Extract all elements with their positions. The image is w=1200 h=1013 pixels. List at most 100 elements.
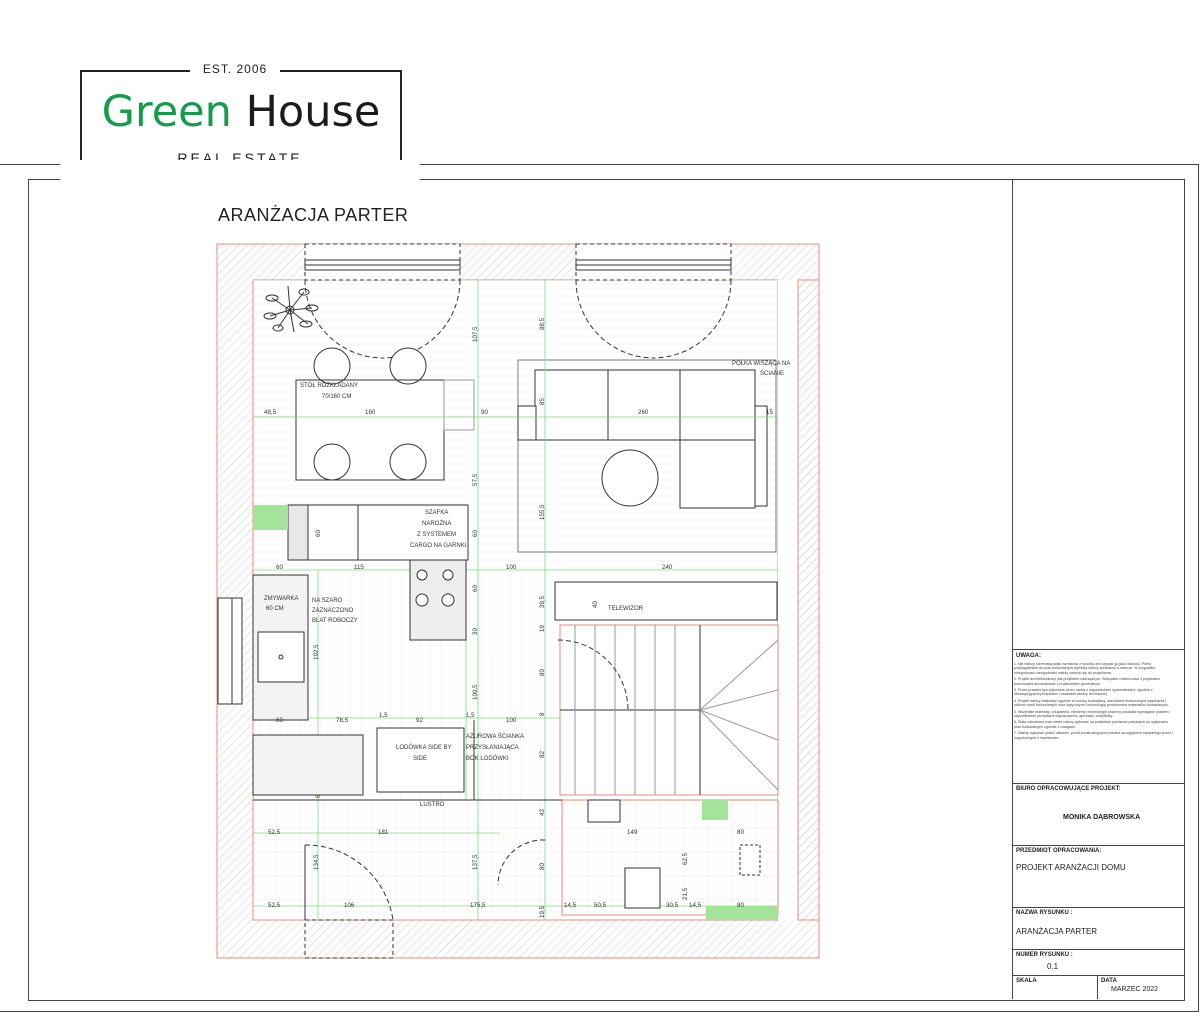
dim-v: 60 (472, 530, 479, 537)
label-worktop-1: NA SZARO (312, 598, 343, 604)
drawing-name-label: NAZWA RYSUNKU : (1016, 910, 1073, 916)
dim-h: 14,5 (689, 902, 702, 909)
tv-unit (554, 581, 778, 621)
dim-v: 19,5 (539, 905, 546, 918)
label-table: STÓŁ ROZKŁADANY (300, 383, 359, 389)
office-value: MONIKA DĄBROWSKA (1063, 814, 1141, 821)
dim-v: 60 (315, 530, 322, 537)
stairs (559, 624, 779, 796)
date-value: MARZEC 2022 (1111, 986, 1159, 993)
note-item: 6. Stała zabudowa oraz meble należy wyko… (1014, 720, 1169, 729)
dim-v: 8 (539, 712, 546, 716)
label-wall-3: BOK LODÓWKI (466, 756, 509, 762)
label-table-size: 70/160 CM (322, 394, 352, 400)
dim-h: 1,5 (379, 712, 388, 719)
label-wall-1: AŻUROWA ŚCIANKA (466, 734, 525, 740)
dim-h: 160 (365, 409, 376, 416)
note-item: 3. Przed pracami być wykonane przez osob… (1014, 688, 1153, 697)
date-label: DATA (1101, 978, 1117, 984)
note-item: 5. Wszystkie materiały, urządzenia, elem… (1014, 709, 1171, 719)
dim-h: 181 (378, 829, 389, 836)
dim-v: 88,5 (539, 317, 546, 330)
drawing-no-value: 0.1 (1047, 962, 1059, 971)
dim-h: 15 (766, 409, 773, 416)
dim-v: 82 (539, 751, 546, 758)
dim-v: 57,5 (472, 473, 479, 486)
window-left (217, 597, 243, 705)
dim-v: 62,5 (682, 852, 689, 865)
dim-v: 80 (539, 669, 546, 676)
dim-v: 80 (539, 863, 546, 870)
office-label: BIURO OPRACOWUJĄCE PROJEKT: (1016, 786, 1121, 792)
dim-v: 43 (539, 809, 546, 816)
label-cabinet-3: Z SYSTEMEM (417, 532, 457, 538)
dim-v: 137,5 (472, 854, 479, 870)
dim-h: 260 (638, 409, 649, 416)
label-mirror: LUSTRO (420, 802, 445, 808)
dim-h: 60 (276, 717, 283, 724)
dim-v: 6 (315, 794, 322, 798)
dim-h: 60 (276, 564, 283, 571)
dim-v: 40 (592, 601, 599, 608)
dim-h: 100 (506, 717, 517, 724)
label-dishwasher-1: ZMYWARKA (264, 596, 299, 602)
dim-h: 78,5 (336, 717, 349, 724)
dim-v: 21,5 (682, 887, 689, 900)
dim-v: 39,5 (539, 595, 546, 608)
dim-h: 1,5 (466, 712, 475, 719)
dim-h: 52,5 (268, 902, 281, 909)
floor-plan (216, 243, 820, 959)
notes-heading: UWAGA: (1016, 653, 1041, 659)
dim-h: 175,5 (470, 902, 486, 909)
dim-h: 30,5 (666, 902, 679, 909)
dim-h: 149 (627, 829, 638, 836)
dim-v: 60 (472, 585, 479, 592)
label-shelf-2: ŚCIANIE (760, 371, 785, 377)
green-marker (253, 505, 288, 530)
note-item: 1. Nie należy schematyzować wymiarów z r… (1014, 662, 1156, 675)
label-shelf-1: PÓŁKA WISZĄCA NA (732, 361, 791, 367)
label-cabinet-4: CARGO NA GARNKI (410, 543, 467, 549)
dim-h: 14,5 (564, 902, 577, 909)
label-fridge-2: SIDE (413, 756, 428, 762)
label-worktop-3: BLAT ROBOCZY (312, 618, 358, 624)
note-item: 2. Projekt architektoniczny jest projekt… (1014, 677, 1160, 686)
dim-v: 134,5 (313, 854, 320, 870)
label-wall-2: PRZYSŁANIAJĄCA (466, 745, 519, 751)
scale-label: SKALA (1016, 978, 1037, 984)
dim-v: 30 (472, 628, 479, 635)
dim-v: 107,5 (472, 326, 479, 342)
dim-h: 90 (481, 409, 488, 416)
dim-h: 115 (354, 564, 364, 571)
label-worktop-2: ZAZNACZONO (312, 608, 354, 614)
dim-v: 100,5 (472, 684, 479, 700)
label-tv: TELEWIZOR (608, 606, 644, 612)
dim-h: 80 (737, 902, 744, 909)
drawing-name-value: ARANŻACJA PARTER (1016, 927, 1098, 936)
dim-h: 52,5 (268, 829, 281, 836)
notes-list: 1. Nie należy schematyzować wymiarów z r… (1014, 662, 1174, 742)
title-block: UWAGA: BIURO OPRACOWUJĄCE PROJEKT: MONIK… (1012, 179, 1184, 999)
dim-v: 192,5 (313, 644, 320, 660)
dim-h: 100 (506, 564, 517, 571)
subject-label: PRZEDMIOT OPRACOWANIA: (1016, 848, 1102, 854)
note-item: 4. Projekt należy traktować zgodnie ze s… (1014, 698, 1169, 708)
dim-h: 48,5 (264, 409, 277, 416)
window-top-left (304, 243, 461, 281)
label-cabinet-1: SZAFKA (425, 510, 449, 516)
dim-h: 92 (416, 717, 423, 724)
label-dishwasher-2: 60 CM (266, 606, 284, 612)
dim-h: 240 (662, 564, 673, 571)
dim-h: 50,5 (594, 902, 607, 909)
dim-v: 155,5 (539, 504, 546, 520)
dim-h: 80 (737, 829, 744, 836)
note-item: 7. Należy wykonać próbki okładzin, przed… (1014, 731, 1173, 740)
dim-v: 85 (539, 398, 546, 405)
drawing-no-label: NUMER RYSUNKU : (1016, 952, 1073, 958)
label-cabinet-2: NAROŻNA (422, 521, 452, 527)
subject-value: PROJEKT ARANŻACJI DOMU (1016, 863, 1126, 872)
dim-h: 106 (344, 902, 355, 909)
label-fridge-1: LODÓWKA SIDE BY (396, 745, 452, 751)
dim-v: 19 (539, 625, 546, 632)
window-top-right (575, 243, 732, 281)
